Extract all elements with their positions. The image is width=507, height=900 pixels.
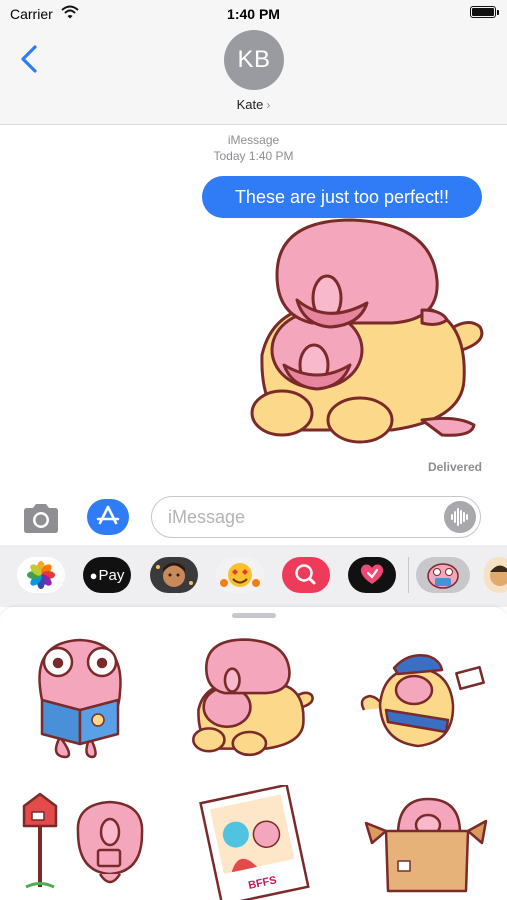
- battery-cap: [497, 10, 499, 15]
- message-input-placeholder: iMessage: [168, 507, 246, 527]
- battery-icon: [470, 6, 496, 18]
- blobfish-on-cat-sticker[interactable]: [188, 637, 318, 759]
- digital-touch-app-icon[interactable]: [348, 557, 396, 593]
- blobfish-mailbox-sticker[interactable]: [18, 792, 153, 892]
- blobfish-reading-book-sticker[interactable]: [20, 632, 138, 762]
- apple-pay-label: Pay: [98, 566, 125, 584]
- app-strip-divider: [408, 557, 409, 593]
- chevron-right-icon: ›: [266, 98, 271, 112]
- drawer-grabber[interactable]: [232, 613, 276, 618]
- blobfish-mail-carrier-sticker[interactable]: [358, 650, 488, 754]
- apple-pay-app-icon[interactable]: ● Pay: [83, 557, 131, 593]
- bffs-photo-sticker[interactable]: BFFS: [196, 785, 312, 900]
- message-meta: iMessage Today 1:40 PM: [0, 132, 507, 164]
- status-time: 1:40 PM: [227, 6, 280, 22]
- delivered-status: Delivered: [427, 460, 482, 474]
- photos-app-icon[interactable]: [17, 557, 65, 593]
- apple-logo-icon: ●: [89, 567, 98, 583]
- avatar[interactable]: KB: [224, 30, 284, 90]
- contact-name: Kate: [236, 97, 264, 112]
- timestamp-label: Today 1:40 PM: [213, 149, 294, 163]
- audio-waveform-icon[interactable]: [444, 501, 476, 533]
- blobfish-on-cat-sticker[interactable]: [242, 215, 492, 450]
- service-label: iMessage: [227, 133, 280, 147]
- app-store-icon[interactable]: [87, 499, 129, 535]
- avatar-app-icon[interactable]: [484, 557, 507, 593]
- camera-icon[interactable]: [20, 502, 62, 536]
- sent-message-bubble[interactable]: These are just too perfect!!: [202, 176, 482, 218]
- contact-name-button[interactable]: Kate ›: [0, 97, 507, 112]
- emoji-stickers-app-icon[interactable]: [216, 557, 264, 593]
- back-chevron-icon[interactable]: [16, 44, 44, 74]
- search-images-app-icon[interactable]: [282, 557, 330, 593]
- blobfish-sticker-app-icon[interactable]: [416, 557, 470, 593]
- blobfish-in-box-sticker[interactable]: [358, 795, 490, 895]
- memoji-app-icon[interactable]: [150, 557, 198, 593]
